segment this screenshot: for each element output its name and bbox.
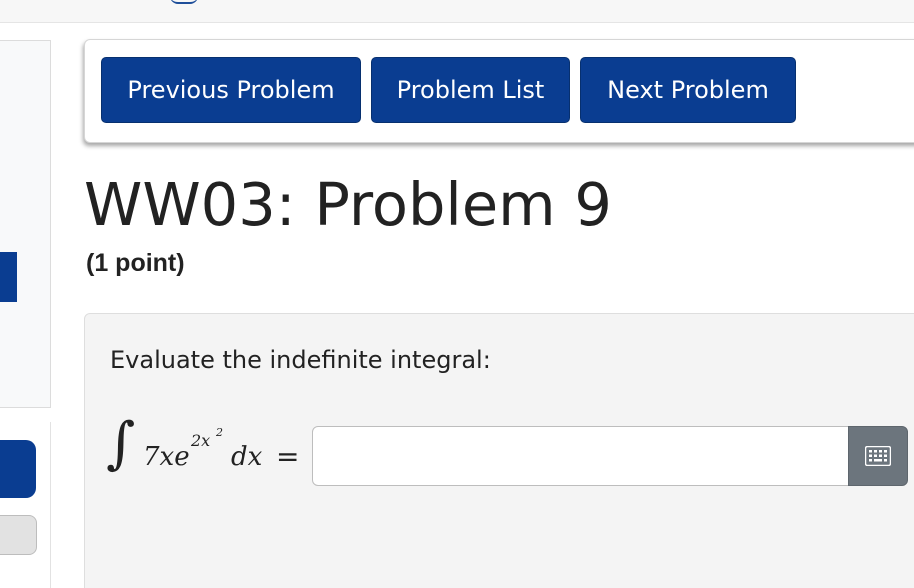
answer-input[interactable] — [312, 426, 850, 486]
problem-nav-card: Previous Problem Problem List Next Probl… — [84, 39, 914, 143]
cut-off-link[interactable] — [170, 0, 198, 4]
problem-list-button[interactable]: Problem List — [371, 57, 570, 123]
sidebar-secondary-button[interactable] — [0, 515, 37, 555]
page: Previous Problem Problem List Next Probl… — [0, 0, 914, 588]
integrand: 7xe — [143, 442, 190, 472]
keypad-icon — [865, 446, 891, 466]
sidebar-panel — [0, 40, 51, 408]
problem-points: (1 point) — [86, 249, 185, 277]
next-problem-button[interactable]: Next Problem — [580, 57, 796, 123]
integral-expression: ∫ 7xe 2x 2 dx = — [106, 416, 306, 494]
integral-sign: ∫ — [106, 411, 136, 476]
previous-problem-button[interactable]: Previous Problem — [101, 57, 361, 123]
top-strip — [0, 0, 914, 23]
sidebar-primary-button[interactable] — [0, 440, 36, 498]
integrand-exponent: 2x — [191, 431, 211, 450]
math-keypad-button[interactable] — [848, 426, 908, 486]
problem-prompt: Evaluate the indefinite integral: — [110, 346, 491, 374]
integrand-exponent-power: 2 — [216, 426, 223, 439]
page-title: WW03: Problem 9 — [84, 170, 612, 239]
sidebar-active-item[interactable] — [0, 252, 17, 302]
differential: dx — [231, 442, 263, 472]
equals-sign: = — [276, 440, 300, 473]
